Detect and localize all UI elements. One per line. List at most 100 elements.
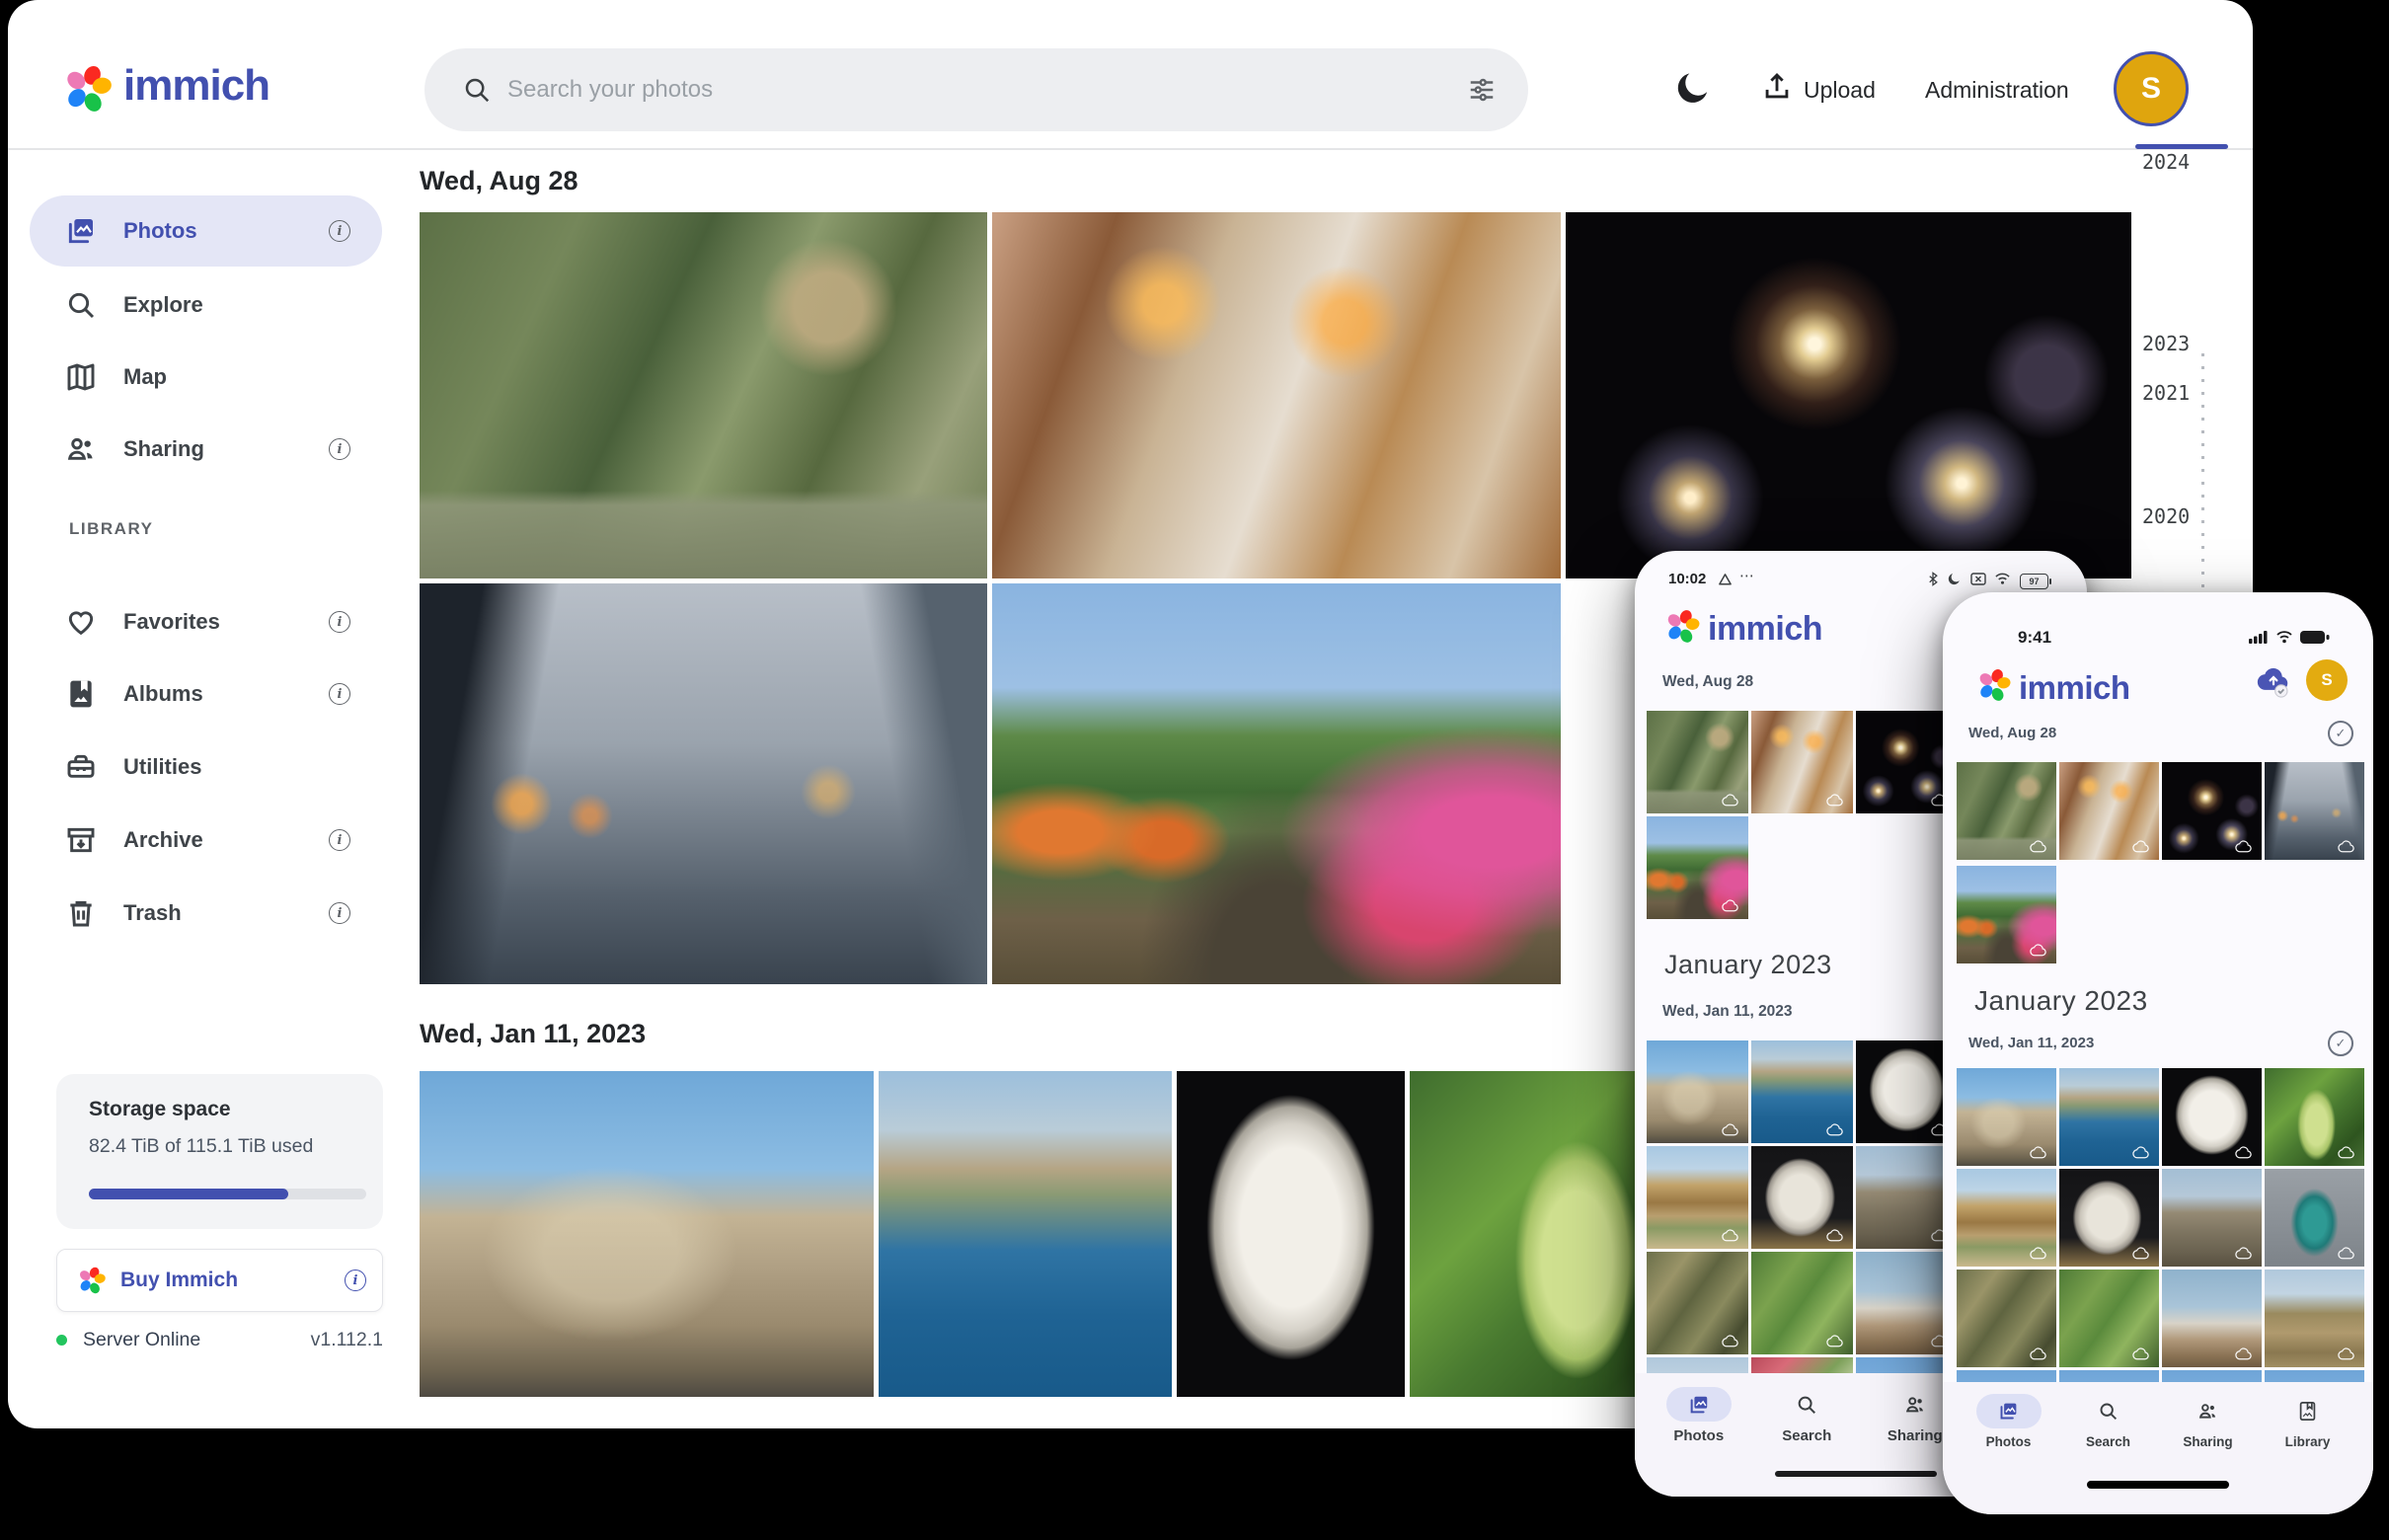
date-group-header: Wed, Jan 11, 2023 — [420, 1019, 646, 1049]
cloud-sync-icon — [1826, 794, 1844, 807]
select-all-check-icon[interactable]: ✓ — [2328, 1031, 2353, 1056]
sidebar-item-favorites[interactable]: Favorites i — [30, 586, 382, 657]
photo-lizard2[interactable] — [1751, 1252, 1853, 1354]
photo-bust[interactable] — [2162, 1068, 2262, 1166]
photo-cliff[interactable] — [1957, 1169, 2056, 1267]
photo-grid-row — [1647, 711, 1963, 813]
photo-fireworks[interactable] — [1566, 212, 2131, 578]
nav-tab-sharing[interactable]: Sharing — [2158, 1394, 2258, 1514]
photo-bust[interactable] — [1177, 1071, 1405, 1397]
timeline-year-2020[interactable]: 2020 — [2142, 504, 2190, 528]
sidebar-item-map[interactable]: Map — [30, 342, 382, 413]
photo-castle[interactable] — [1957, 1068, 2056, 1166]
immich-logo-icon — [77, 1266, 107, 1295]
info-icon[interactable]: i — [345, 1270, 366, 1291]
photo-hands[interactable] — [2265, 762, 2364, 860]
timeline-year-2023[interactable]: 2023 — [2142, 332, 2190, 355]
photo-castle[interactable] — [1647, 1040, 1748, 1143]
photos-icon — [1666, 1387, 1732, 1422]
photo-coastal[interactable] — [2059, 1068, 2159, 1166]
mobile-app-phone-2: 9:41 immich — [1943, 592, 2373, 1514]
sidebar-item-explore[interactable]: Explore — [30, 270, 382, 341]
battery-icon — [2300, 630, 2330, 650]
photo-hands[interactable] — [420, 583, 987, 984]
photo-monkeys[interactable] — [1957, 762, 2056, 860]
date-group-header: Wed, Aug 28 — [1968, 725, 2056, 741]
sidebar-item-utilities[interactable]: Utilities — [30, 732, 382, 803]
dark-mode-moon-icon[interactable] — [1673, 68, 1713, 113]
sidebar-item-archive[interactable]: Archive i — [30, 805, 382, 876]
photo-grid-row — [420, 212, 2137, 578]
photo-plant[interactable] — [2265, 1068, 2364, 1166]
bluetooth-icon — [1927, 572, 1940, 591]
people-icon — [64, 432, 98, 466]
info-icon[interactable]: i — [329, 220, 350, 242]
photo-rock[interactable] — [2059, 1169, 2159, 1267]
timeline-year-2024[interactable]: 2024 — [2142, 150, 2190, 174]
timeline-tick-dots[interactable] — [2201, 353, 2204, 590]
info-icon[interactable]: i — [329, 829, 350, 851]
online-status-dot — [56, 1335, 67, 1346]
nav-tab-photos[interactable]: Photos — [1959, 1394, 2058, 1514]
immich-logo-icon — [62, 63, 114, 119]
select-all-check-icon[interactable]: ✓ — [2328, 721, 2353, 746]
upload-icon[interactable] — [1760, 69, 1794, 110]
timeline-year-2021[interactable]: 2021 — [2142, 381, 2190, 405]
info-icon[interactable]: i — [329, 902, 350, 924]
user-avatar[interactable]: S — [2306, 659, 2348, 701]
nav-tab-search[interactable]: Search — [2058, 1394, 2158, 1514]
nav-tab-search[interactable]: Search — [1753, 1387, 1862, 1497]
cloud-backup-icon[interactable] — [2255, 665, 2292, 704]
photo-winter[interactable] — [2162, 1270, 2262, 1367]
cloud-sync-icon — [2030, 1146, 2047, 1159]
nav-tab-photos[interactable]: Photos — [1645, 1387, 1753, 1497]
photo-garden[interactable] — [1957, 866, 2056, 963]
photo-dinner[interactable] — [1751, 711, 1853, 813]
photos-icon — [1976, 1394, 2042, 1428]
home-indicator[interactable] — [1775, 1471, 1937, 1477]
info-icon[interactable]: i — [329, 611, 350, 633]
photo-dinner[interactable] — [992, 212, 1561, 578]
cloud-sync-icon — [2338, 1348, 2355, 1360]
photo-monkeys[interactable] — [1647, 711, 1748, 813]
cloud-sync-icon — [2338, 1247, 2355, 1260]
sidebar-item-albums[interactable]: Albums i — [30, 658, 382, 730]
photo-ruins[interactable] — [2162, 1169, 2262, 1267]
photo-fireworks[interactable] — [2162, 762, 2262, 860]
photo-cliff[interactable] — [1647, 1146, 1748, 1249]
sidebar-item-trash[interactable]: Trash i — [30, 878, 382, 949]
library-icon — [2275, 1394, 2341, 1428]
sidebar-item-sharing[interactable]: Sharing i — [30, 414, 382, 485]
people-icon — [1883, 1387, 1948, 1422]
search-input[interactable]: Search your photos — [424, 48, 1528, 131]
info-icon[interactable]: i — [329, 438, 350, 460]
administration-link[interactable]: Administration — [1925, 77, 2069, 104]
photo-lizard2[interactable] — [2059, 1270, 2159, 1367]
search-filter-icon[interactable] — [1467, 75, 1497, 110]
nav-tab-library[interactable]: Library — [2258, 1394, 2357, 1514]
photo-rock[interactable] — [1751, 1146, 1853, 1249]
buy-immich-button[interactable]: Buy Immich i — [56, 1249, 383, 1312]
photo-tealtree[interactable] — [2265, 1169, 2364, 1267]
upload-button[interactable]: Upload — [1804, 77, 1876, 104]
cloud-sync-icon — [1826, 1123, 1844, 1136]
home-indicator[interactable] — [2087, 1481, 2229, 1489]
photo-castle[interactable] — [420, 1071, 874, 1397]
photo-monkeys[interactable] — [420, 212, 987, 578]
immich-logo-icon — [1976, 667, 2012, 703]
photo-lizard1[interactable] — [1647, 1252, 1748, 1354]
photo-garden[interactable] — [1647, 816, 1748, 919]
photo-field[interactable] — [2265, 1270, 2364, 1367]
cloud-sync-icon — [2030, 1348, 2047, 1360]
photo-coastal[interactable] — [879, 1071, 1172, 1397]
sidebar-item-photos[interactable]: Photos i — [30, 195, 382, 267]
bottom-nav: Photos Search Sharing Library — [1943, 1382, 2373, 1514]
photo-dinner[interactable] — [2059, 762, 2159, 860]
photo-garden[interactable] — [992, 583, 1561, 984]
info-icon[interactable]: i — [329, 683, 350, 705]
user-avatar[interactable]: S — [2114, 51, 2189, 126]
photo-coastal[interactable] — [1751, 1040, 1853, 1143]
cloud-sync-icon — [2132, 1146, 2150, 1159]
photo-lizard1[interactable] — [1957, 1270, 2056, 1367]
cloud-sync-icon — [2030, 1247, 2047, 1260]
